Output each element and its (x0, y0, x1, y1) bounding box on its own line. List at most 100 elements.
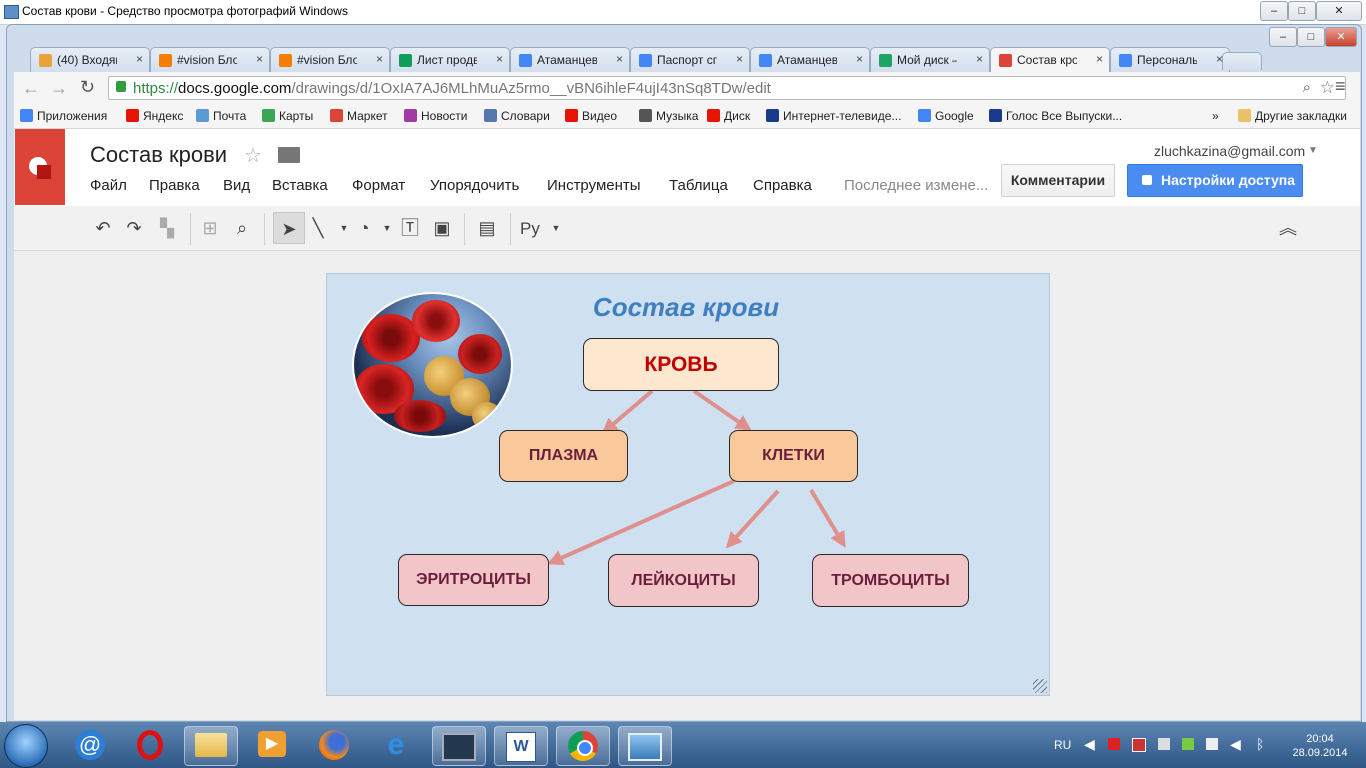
input-tools-button[interactable]: Ру (520, 219, 540, 239)
new-tab-button[interactable] (1222, 52, 1262, 70)
bookmark-item[interactable]: Почта (196, 109, 246, 123)
close-tab-icon[interactable]: × (376, 52, 383, 66)
menu-item[interactable]: Справка (753, 177, 812, 194)
redo-icon[interactable]: ↷ (122, 216, 146, 240)
shape-icon[interactable]: ◔ (352, 216, 376, 240)
close-tab-icon[interactable]: × (976, 52, 983, 66)
close-tab-icon[interactable]: × (856, 52, 863, 66)
node-leukocytes[interactable]: ЛЕЙКОЦИТЫ (608, 554, 759, 607)
drawings-logo-icon[interactable] (15, 129, 65, 205)
tray-network-icon[interactable] (1158, 738, 1170, 750)
zoom-fit-icon[interactable]: ⊞ (198, 216, 222, 240)
tab-7[interactable]: Атаманцева × (750, 47, 870, 72)
undo-icon[interactable]: ↶ (91, 216, 115, 240)
close-tab-icon[interactable]: × (496, 52, 503, 66)
menu-item[interactable]: Вставка (272, 177, 328, 194)
taskbar-mail-icon[interactable]: @ (64, 726, 116, 764)
tab-9[interactable]: Состав кров × (990, 47, 1110, 72)
menu-item[interactable]: Упорядочить (430, 177, 519, 194)
close-tab-icon[interactable]: × (616, 52, 623, 66)
taskbar-word-icon[interactable]: W (494, 726, 548, 766)
paint-format-icon[interactable]: ▚ (155, 216, 179, 240)
arrow-root-to-plasma[interactable] (601, 389, 654, 435)
shape-dropdown-icon[interactable]: ▼ (375, 216, 399, 240)
document-title[interactable]: Состав крови (90, 142, 227, 168)
close-tab-icon[interactable]: × (256, 52, 263, 66)
start-button[interactable] (4, 724, 48, 768)
collapse-chevron-icon[interactable]: ︽ (1276, 216, 1300, 240)
other-bookmarks-folder[interactable]: Другие закладки (1238, 109, 1347, 123)
close-tab-icon[interactable]: × (136, 52, 143, 66)
arrow-cells-to-platelets[interactable] (809, 488, 846, 548)
language-indicator[interactable]: RU (1054, 738, 1071, 752)
taskbar-computer-icon[interactable] (432, 726, 486, 766)
chevron-down-icon[interactable]: ▼ (1308, 145, 1318, 156)
comment-icon[interactable]: ▤ (475, 216, 499, 240)
bookmark-item[interactable]: Google (918, 109, 974, 123)
clock[interactable]: 20:04 28.09.2014 (1280, 732, 1360, 760)
viewer-minimize-button[interactable]: – (1260, 1, 1288, 21)
node-plasma[interactable]: ПЛАЗМА (499, 430, 628, 482)
tray-volume-icon[interactable]: ◀ (1084, 736, 1095, 753)
tab-1[interactable]: (40) Входящ × (30, 47, 150, 72)
line-icon[interactable]: ╲ (306, 216, 330, 240)
taskbar-ie-icon[interactable]: e (370, 726, 422, 764)
star-icon[interactable]: ☆ (1320, 78, 1335, 98)
zoom-icon[interactable]: ⌕ (1303, 79, 1311, 96)
node-platelets[interactable]: ТРОМБОЦИТЫ (812, 554, 969, 607)
reload-icon[interactable]: ↻ (80, 77, 95, 98)
more-bookmarks-button[interactable]: » (1212, 109, 1219, 123)
taskbar-firefox-icon[interactable] (308, 726, 360, 764)
comments-button[interactable]: Комментарии (1001, 164, 1115, 197)
taskbar-media-player-icon[interactable]: ▶ (246, 726, 298, 764)
drawing-canvas[interactable]: Состав крови КРОВЬ ПЛАЗМА КЛЕТКИ ЭРИТРОЦ… (326, 273, 1050, 696)
arrow-cells-to-leukocytes[interactable] (725, 489, 780, 549)
taskbar-chrome-icon[interactable] (556, 726, 610, 766)
close-tab-icon[interactable]: × (1096, 52, 1103, 66)
address-bar[interactable]: https://docs.google.com/drawings/d/1OxIA… (108, 76, 1346, 100)
tab-4[interactable]: Лист продв × (390, 47, 510, 72)
select-icon[interactable]: ➤ (273, 212, 305, 244)
tray-display-icon[interactable] (1206, 738, 1218, 750)
image-icon[interactable]: ▣ (430, 216, 454, 240)
back-icon[interactable]: ← (22, 78, 40, 99)
node-cells[interactable]: КЛЕТКИ (729, 430, 858, 482)
menu-item[interactable]: Вид (223, 177, 250, 194)
arrow-root-to-cells[interactable] (692, 389, 752, 431)
viewer-close-button[interactable]: ✕ (1316, 1, 1362, 21)
bookmark-item[interactable]: Новости (404, 109, 467, 123)
folder-icon[interactable] (278, 147, 300, 163)
input-tools-dropdown-icon[interactable]: ▼ (544, 216, 568, 240)
bookmark-item[interactable]: Музыка (639, 109, 698, 123)
account-email[interactable]: zluchkazina@gmail.com (1154, 143, 1305, 159)
tray-antivirus-icon[interactable] (1108, 738, 1120, 750)
bookmark-item[interactable]: Голос Все Выпуски... (989, 109, 1122, 123)
menu-item[interactable]: Формат (352, 177, 405, 194)
tab-2[interactable]: #vision Блог × (150, 47, 270, 72)
menu-item[interactable]: Файл (90, 177, 127, 194)
menu-item[interactable]: Правка (149, 177, 200, 194)
tab-6[interactable]: Паспорт сп × (630, 47, 750, 72)
menu-item[interactable]: Таблица (669, 177, 728, 194)
canvas-resize-handle[interactable] (1033, 679, 1047, 693)
bookmark-item[interactable]: Приложения (20, 109, 107, 123)
tab-5[interactable]: Атаманцева × (510, 47, 630, 72)
taskbar-photo-viewer-icon[interactable] (618, 726, 672, 766)
bookmark-item[interactable]: Диск (707, 109, 750, 123)
taskbar-explorer-icon[interactable] (184, 726, 238, 766)
bookmark-item[interactable]: Видео (565, 109, 617, 123)
bookmark-item[interactable]: Карты (262, 109, 313, 123)
bookmark-item[interactable]: Интернет-телевиде... (766, 109, 901, 123)
viewer-maximize-button[interactable]: □ (1288, 1, 1316, 21)
last-edit-link[interactable]: Последнее измене... (844, 177, 988, 194)
arrow-cells-to-erythrocytes[interactable] (547, 479, 735, 566)
tab-10[interactable]: Персональ × (1110, 47, 1230, 72)
menu-icon[interactable]: ≡ (1335, 76, 1346, 97)
bookmark-item[interactable]: Яндекс (126, 109, 183, 123)
node-erythrocytes[interactable]: ЭРИТРОЦИТЫ (398, 554, 549, 606)
text-box-icon[interactable]: 🅃 (398, 216, 422, 240)
tab-3[interactable]: #vision Блог × (270, 47, 390, 72)
tray-update-icon[interactable] (1182, 738, 1194, 750)
tray-sound-icon[interactable]: ◀ (1230, 736, 1241, 753)
tab-8[interactable]: Мой диск – × (870, 47, 990, 72)
